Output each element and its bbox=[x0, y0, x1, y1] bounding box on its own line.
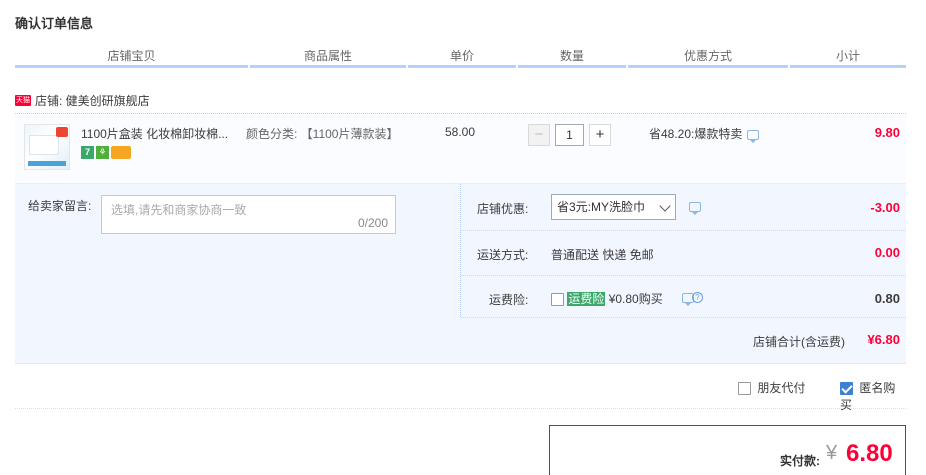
seller-message-input[interactable]: 选填,请先和商家协商一致 0/200 bbox=[101, 195, 396, 234]
anonymous-option[interactable]: 匿名购买 bbox=[840, 379, 906, 413]
payment-total: 6.80 bbox=[846, 440, 893, 467]
unit-price: 58.00 bbox=[445, 125, 476, 139]
promo-label: 省48.20:爆款特卖 bbox=[649, 127, 743, 141]
insurance-option: 运费险 ¥0.80购买 bbox=[551, 290, 663, 307]
item-subtotal: 9.80 bbox=[874, 125, 900, 140]
store-discount-select[interactable]: 省3元:MY洗脸巾 bbox=[551, 194, 676, 220]
shipping-method: 普通配送 快递 免邮 bbox=[551, 248, 654, 262]
col-unit-price: 单价 bbox=[408, 44, 516, 68]
insurance-value: 0.80 bbox=[874, 291, 900, 306]
currency-symbol: ¥ bbox=[826, 442, 838, 464]
col-subtotal: 小计 bbox=[790, 44, 906, 68]
anonymous-checkbox[interactable] bbox=[840, 382, 853, 396]
payment-summary: 实付款: ¥ 6.80 bbox=[549, 425, 906, 475]
chat-icon[interactable] bbox=[689, 202, 701, 215]
store-discount-row: 店铺优惠: 省3元:MY洗脸巾 -3.00 bbox=[461, 184, 906, 231]
shipping-row: 运送方式: 普通配送 快递 免邮 0.00 bbox=[461, 231, 906, 276]
message-label: 给卖家留言: bbox=[28, 199, 92, 213]
message-char-count: 0/200 bbox=[357, 216, 388, 230]
service-icons: 7 ⚘ bbox=[81, 146, 133, 159]
qty-minus-button[interactable]: − bbox=[528, 124, 550, 146]
credit-card-icon bbox=[111, 146, 131, 159]
shipping-value: 0.00 bbox=[874, 245, 900, 260]
chevron-down-icon bbox=[659, 200, 671, 212]
shipping-label: 运送方式: bbox=[477, 248, 529, 262]
store-discount-selected: 省3元:MY洗脸巾 bbox=[557, 200, 646, 214]
friend-pay-label: 朋友代付 bbox=[757, 381, 806, 395]
promo-text: 省48.20:爆款特卖 bbox=[649, 125, 760, 143]
insurance-checkbox[interactable] bbox=[551, 293, 564, 307]
col-discount: 优惠方式 bbox=[628, 44, 788, 68]
guarantee-icon: ⚘ bbox=[96, 146, 109, 159]
purchase-options: 朋友代付 匿名购买 bbox=[15, 364, 906, 412]
qty-plus-button[interactable]: + bbox=[589, 124, 611, 146]
insurance-price: ¥0.80购买 bbox=[608, 292, 663, 306]
col-attributes: 商品属性 bbox=[250, 44, 406, 68]
shop-name[interactable]: 店铺: 健美创研旗舰店 bbox=[35, 92, 150, 109]
order-item-row: 1100片盒装 化妆棉卸妆棉... 7 ⚘ 颜色分类: 【1100片薄款装】 58… bbox=[15, 114, 906, 184]
col-quantity: 数量 bbox=[518, 44, 626, 68]
seven-day-return-icon: 7 bbox=[81, 146, 94, 159]
page-title: 确认订单信息 bbox=[15, 16, 94, 31]
message-placeholder: 选填,请先和商家协商一致 bbox=[111, 203, 247, 217]
insurance-label: 运费险: bbox=[489, 293, 529, 307]
friend-pay-checkbox[interactable] bbox=[738, 382, 751, 396]
store-total-label: 店铺合计(含运费) bbox=[753, 335, 845, 349]
friend-pay-option[interactable]: 朋友代付 bbox=[738, 379, 805, 396]
tmall-icon: 天猫 bbox=[15, 95, 31, 106]
shop-row: 天猫 店铺: 健美创研旗舰店 bbox=[15, 88, 906, 114]
order-details-panel: 给卖家留言: 选填,请先和商家协商一致 0/200 店铺优惠: 省3元:MY洗脸… bbox=[15, 184, 906, 364]
store-discount-value: -3.00 bbox=[870, 200, 900, 215]
product-name[interactable]: 1100片盒装 化妆棉卸妆棉... bbox=[81, 125, 228, 142]
insurance-highlight: 运费险 bbox=[567, 292, 606, 306]
store-total-row: 店铺合计(含运费) ¥6.80 bbox=[15, 318, 906, 364]
col-shop-item: 店铺宝贝 bbox=[15, 44, 248, 68]
store-discount-label: 店铺优惠: bbox=[477, 202, 529, 216]
chat-icon[interactable] bbox=[747, 129, 760, 143]
product-attribute: 颜色分类: 【1100片薄款装】 bbox=[246, 127, 399, 141]
payment-label: 实付款: bbox=[780, 454, 820, 468]
help-icon[interactable]: ? bbox=[692, 292, 703, 303]
store-total-value: ¥6.80 bbox=[867, 332, 900, 347]
qty-input[interactable]: 1 bbox=[555, 124, 584, 146]
table-header: 店铺宝贝 商品属性 单价 数量 优惠方式 小计 bbox=[15, 44, 906, 68]
product-thumbnail[interactable] bbox=[24, 124, 70, 170]
insurance-row: 运费险: 运费险 ¥0.80购买 ? 0.80 bbox=[461, 276, 906, 318]
